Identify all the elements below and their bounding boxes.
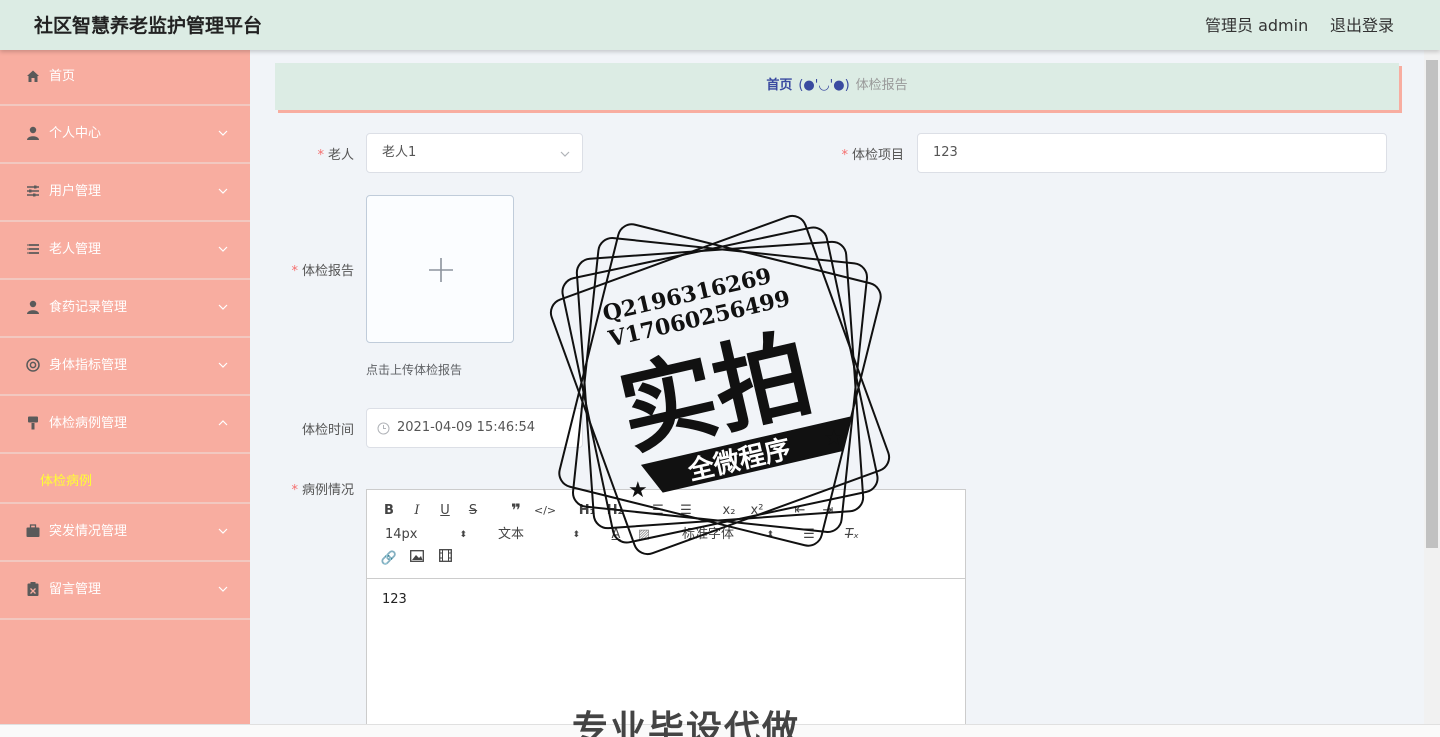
select-arrows-icon: ⬍ xyxy=(572,530,580,540)
exam-time-picker[interactable]: 2021-04-09 15:46:54 xyxy=(366,408,583,448)
breadcrumb-current: 体检报告 xyxy=(855,78,908,93)
editor-toolbar: B I U S ❞ </> H₁ H₂ ☰ ☰ x₂ x² ⇤ ⇥ 14px ⬍ … xyxy=(367,490,965,579)
elder-label: * 老人 xyxy=(317,148,354,163)
sidebar-item-label: 食药记录管理 xyxy=(49,300,128,315)
sidebar-subitem-medical-case[interactable]: 体检病例 xyxy=(0,454,250,504)
watermark-wechat: V17060256499 xyxy=(605,285,793,352)
code-icon[interactable]: </> xyxy=(534,501,556,521)
sidebar-item-label: 首页 xyxy=(49,69,76,84)
chevron-up-icon xyxy=(218,420,228,426)
sidebar-item-label: 留言管理 xyxy=(49,582,102,597)
chevron-down-icon xyxy=(218,130,228,136)
app-title: 社区智慧养老监护管理平台 xyxy=(34,15,263,37)
report-label: * 体检报告 xyxy=(291,264,354,279)
watermark-qq: Q2196316269 xyxy=(600,263,774,327)
subscript-icon[interactable]: x₂ xyxy=(719,501,739,521)
sidebar-item-label: 突发情况管理 xyxy=(49,524,128,539)
watermark-banner: 全微程序 xyxy=(684,433,793,487)
link-icon[interactable]: 🔗 xyxy=(379,549,399,569)
bottom-strip xyxy=(0,724,1440,737)
sidebar-item-home[interactable]: 首页 xyxy=(0,50,250,106)
logout-button[interactable]: 退出登录 xyxy=(1330,12,1394,36)
sidebar-item-users[interactable]: 用户管理 xyxy=(0,164,250,222)
indent-icon[interactable]: ⇥ xyxy=(818,501,838,521)
editor-content[interactable]: 123 xyxy=(382,592,407,607)
breadcrumb-home[interactable]: 首页 xyxy=(766,78,792,93)
sidebar-item-label: 身体指标管理 xyxy=(49,358,128,373)
background-color-icon[interactable]: ▨ xyxy=(634,525,654,545)
page-scrollbar[interactable] xyxy=(1424,50,1440,724)
lifebuoy-icon xyxy=(24,357,42,375)
submenu-label: 体检病例 xyxy=(40,474,93,489)
chevron-down-icon xyxy=(218,246,228,252)
chevron-down-icon xyxy=(218,362,228,368)
bold-icon[interactable]: B xyxy=(379,501,399,521)
plus-icon xyxy=(429,258,453,282)
font-color-icon[interactable]: A xyxy=(606,525,626,545)
select-arrows-icon: ⬍ xyxy=(766,530,774,540)
star-icon: ★ xyxy=(824,426,844,451)
sidebar-item-label: 用户管理 xyxy=(49,184,102,199)
sidebar-item-elders[interactable]: 老人管理 xyxy=(0,222,250,280)
list-icon xyxy=(24,241,42,259)
report-upload-button[interactable] xyxy=(366,195,514,343)
strikethrough-icon[interactable]: S xyxy=(463,501,483,521)
sidebar-item-profile[interactable]: 个人中心 xyxy=(0,106,250,164)
elder-select[interactable]: 老人1 xyxy=(366,133,583,173)
font-size-select[interactable]: 14px ⬍ xyxy=(385,525,467,545)
exam-time-label: 体检时间 xyxy=(301,423,354,438)
sidebar-item-label: 体检病例管理 xyxy=(49,416,128,431)
scrollbar-thumb[interactable] xyxy=(1426,60,1438,548)
upload-tip: 点击上传体检报告 xyxy=(366,363,463,377)
align-icon[interactable]: ☰ xyxy=(799,525,819,545)
font-family-select[interactable]: 标准字体 ⬍ xyxy=(682,525,774,545)
current-user: 管理员 admin xyxy=(1205,16,1309,35)
user-icon xyxy=(24,125,42,143)
chevron-down-icon xyxy=(218,528,228,534)
clipboard-icon xyxy=(24,581,42,599)
sidebar-item-medical-cases[interactable]: 体检病例管理 xyxy=(0,396,250,454)
elder-select-value: 老人1 xyxy=(382,145,417,160)
outdent-icon[interactable]: ⇤ xyxy=(790,501,810,521)
sidebar-item-body-metrics[interactable]: 身体指标管理 xyxy=(0,338,250,396)
breadcrumb-separator: (●'◡'●) xyxy=(798,78,850,93)
watermark-big-text: 实拍 xyxy=(610,317,822,469)
chevron-down-icon xyxy=(560,151,570,157)
video-icon[interactable] xyxy=(435,549,455,569)
briefcase-icon xyxy=(24,523,42,541)
select-arrows-icon: ⬍ xyxy=(459,530,467,540)
brush-icon xyxy=(24,415,42,433)
breadcrumb: 首页 (●'◡'●) 体检报告 xyxy=(275,63,1399,110)
exam-item-input[interactable]: 123 xyxy=(917,133,1387,173)
bullet-list-icon[interactable]: ☰ xyxy=(676,501,696,521)
top-bar: 社区智慧养老监护管理平台 管理员 admin 退出登录 xyxy=(0,0,1440,50)
sidebar-item-messages[interactable]: 留言管理 xyxy=(0,562,250,620)
chevron-down-icon xyxy=(218,188,228,194)
chevron-down-icon xyxy=(218,304,228,310)
ordered-list-icon[interactable]: ☰ xyxy=(648,501,668,521)
header-1-icon[interactable]: H₁ xyxy=(577,501,597,521)
clock-icon xyxy=(377,422,390,435)
chevron-down-icon xyxy=(218,586,228,592)
user-icon xyxy=(24,299,42,317)
sidebar-item-emergencies[interactable]: 突发情况管理 xyxy=(0,504,250,562)
sidebar-item-food-medicine[interactable]: 食药记录管理 xyxy=(0,280,250,338)
underline-icon[interactable]: U xyxy=(435,501,455,521)
exam-time-value: 2021-04-09 15:46:54 xyxy=(397,420,536,435)
sidebar-item-label: 老人管理 xyxy=(49,242,102,257)
sidebar-item-label: 个人中心 xyxy=(49,126,102,141)
header-2-icon[interactable]: H₂ xyxy=(605,501,625,521)
rich-text-editor[interactable]: B I U S ❞ </> H₁ H₂ ☰ ☰ x₂ x² ⇤ ⇥ 14px ⬍ … xyxy=(366,489,966,737)
clear-format-icon[interactable]: T̶ₓ xyxy=(842,525,862,545)
image-icon[interactable] xyxy=(407,549,427,569)
sliders-icon xyxy=(24,183,42,201)
home-icon xyxy=(24,68,42,86)
sidebar: 首页 个人中心 用户管理 老人管理 食药记录管理 身体指标管理 体检病例管理 体… xyxy=(0,50,250,737)
superscript-icon[interactable]: x² xyxy=(747,501,767,521)
italic-icon[interactable]: I xyxy=(407,501,427,521)
paragraph-select[interactable]: 文本 ⬍ xyxy=(498,525,580,545)
case-label: * 病例情况 xyxy=(291,483,354,498)
blockquote-icon[interactable]: ❞ xyxy=(506,501,526,521)
exam-item-label: * 体检项目 xyxy=(841,148,904,163)
